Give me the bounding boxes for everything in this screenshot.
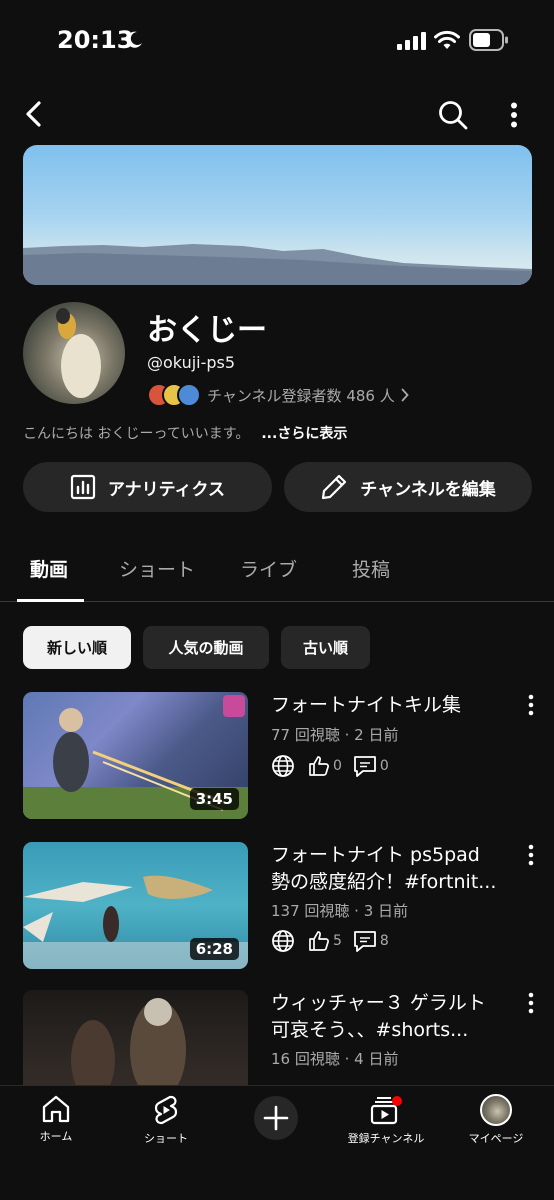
plus-icon — [263, 1105, 289, 1131]
show-more-link[interactable]: ...さらに表示 — [261, 426, 347, 442]
status-bar: 20:13 — [0, 0, 554, 84]
moon-icon — [126, 31, 142, 48]
video-title-line: 可哀そう、、#shorts... — [271, 1019, 469, 1041]
bottom-navigation: ホーム ショート 登録チャンネル マイページ — [0, 1085, 554, 1200]
more-icon — [528, 992, 534, 1014]
tab-shorts[interactable]: ショート — [119, 555, 195, 582]
video-meta: 16 回視聴 · 4 日前 — [271, 1050, 399, 1068]
subscribers-row[interactable]: チャンネル登録者数 486 人 — [147, 381, 409, 409]
comment-icon — [354, 931, 376, 952]
create-button[interactable] — [254, 1096, 298, 1140]
filter-popular-chip[interactable]: 人気の動画 — [143, 626, 269, 669]
channel-description[interactable]: こんにちは おくじーっていいます。 ...さらに表示 — [23, 423, 347, 443]
video-meta: 77 回視聴 · 2 日前 — [271, 726, 399, 744]
video-title-line: ウィッチャー３ ゲラルト — [271, 992, 486, 1014]
edit-channel-button[interactable]: チャンネルを編集 — [284, 462, 532, 512]
channel-name: おくじー — [147, 313, 267, 348]
analytics-label: アナリティクス — [107, 479, 226, 500]
active-tab-indicator — [17, 599, 84, 602]
comment-count: 8 — [379, 933, 389, 949]
nav-shorts-label: ショート — [144, 1132, 188, 1145]
subscriptions-icon — [370, 1096, 402, 1125]
nav-shorts[interactable]: ショート — [116, 1094, 216, 1146]
video-stats: 0 0 — [271, 753, 399, 779]
analytics-button[interactable]: アナリティクス — [23, 462, 272, 512]
video-title-line: フォートナイトキル集 — [271, 694, 462, 716]
filter-oldest-chip[interactable]: 古い順 — [281, 626, 370, 669]
channel-banner — [23, 145, 532, 285]
channel-tabs: 動画 ショート ライブ 投稿 — [0, 540, 554, 602]
video-title[interactable]: フォートナイト ps5pad 勢の感度紹介！#fortnit... — [271, 842, 516, 896]
like-count: 5 — [333, 933, 342, 949]
video-thumbnail[interactable]: 6:28 — [23, 842, 248, 969]
nav-home-label: ホーム — [39, 1130, 73, 1143]
subscriber-avatars — [147, 382, 201, 408]
battery-icon — [469, 29, 508, 51]
video-more-button[interactable] — [521, 842, 541, 872]
video-duration: 3:45 — [189, 788, 239, 810]
chevron-right-icon — [401, 388, 409, 402]
video-title[interactable]: フォートナイトキル集 — [271, 692, 516, 719]
subscriber-avatar — [177, 383, 201, 407]
nav-you[interactable]: マイページ — [446, 1094, 546, 1146]
signal-icon — [397, 32, 426, 50]
description-text: こんにちは おくじーっていいます。 — [23, 426, 250, 442]
edit-channel-label: チャンネルを編集 — [360, 479, 496, 500]
back-button[interactable] — [16, 96, 52, 132]
profile-avatar-icon — [480, 1094, 512, 1126]
globe-icon — [272, 930, 294, 952]
subscriber-count: チャンネル登録者数 486 人 — [207, 386, 395, 405]
video-item[interactable]: 6:28 フォートナイト ps5pad 勢の感度紹介！#fortnit... 1… — [0, 842, 554, 972]
comment-icon — [354, 756, 376, 777]
video-duration: 6:28 — [189, 938, 239, 960]
tab-videos[interactable]: 動画 — [30, 555, 68, 582]
video-more-button[interactable] — [521, 692, 541, 722]
video-more-button[interactable] — [521, 990, 541, 1020]
status-time: 20:13 — [57, 26, 134, 54]
search-button[interactable] — [434, 96, 472, 134]
video-title-line: 勢の感度紹介！#fortnit... — [271, 871, 497, 893]
like-icon — [309, 931, 329, 951]
nav-you-label: マイページ — [468, 1132, 524, 1145]
analytics-icon — [70, 474, 96, 500]
channel-avatar[interactable] — [23, 302, 125, 404]
video-item[interactable]: 3:45 フォートナイトキル集 77 回視聴 · 2 日前 0 0 — [0, 692, 554, 822]
video-meta: 137 回視聴 · 3 日前 — [271, 902, 409, 920]
more-icon — [511, 102, 517, 128]
more-icon — [528, 694, 534, 716]
nav-home[interactable]: ホーム — [6, 1094, 106, 1144]
search-icon — [439, 101, 468, 130]
like-count: 0 — [333, 758, 342, 774]
filter-newest-chip[interactable]: 新しい順 — [23, 626, 131, 669]
comment-count: 0 — [379, 758, 389, 774]
shorts-icon — [154, 1095, 178, 1125]
penguin-image — [56, 308, 101, 398]
like-icon — [309, 756, 329, 776]
pencil-icon — [322, 474, 347, 500]
back-icon — [26, 101, 41, 127]
tab-live[interactable]: ライブ — [240, 555, 297, 582]
globe-icon — [272, 755, 294, 777]
video-thumbnail[interactable]: 3:45 — [23, 692, 248, 819]
video-stats: 5 8 — [271, 928, 399, 954]
tab-posts[interactable]: 投稿 — [352, 555, 390, 582]
nav-subscriptions-label: 登録チャンネル — [347, 1132, 425, 1145]
nav-subscriptions[interactable]: 登録チャンネル — [336, 1094, 436, 1146]
wifi-icon — [434, 30, 460, 49]
home-icon — [42, 1095, 70, 1123]
mountain-image — [23, 244, 532, 285]
video-title[interactable]: ウィッチャー３ ゲラルト 可哀そう、、#shorts... — [271, 990, 516, 1044]
video-title-line: フォートナイト ps5pad — [271, 844, 480, 866]
more-icon — [528, 844, 534, 866]
more-button[interactable] — [500, 98, 528, 132]
channel-handle: @okuji-ps5 — [147, 353, 236, 372]
